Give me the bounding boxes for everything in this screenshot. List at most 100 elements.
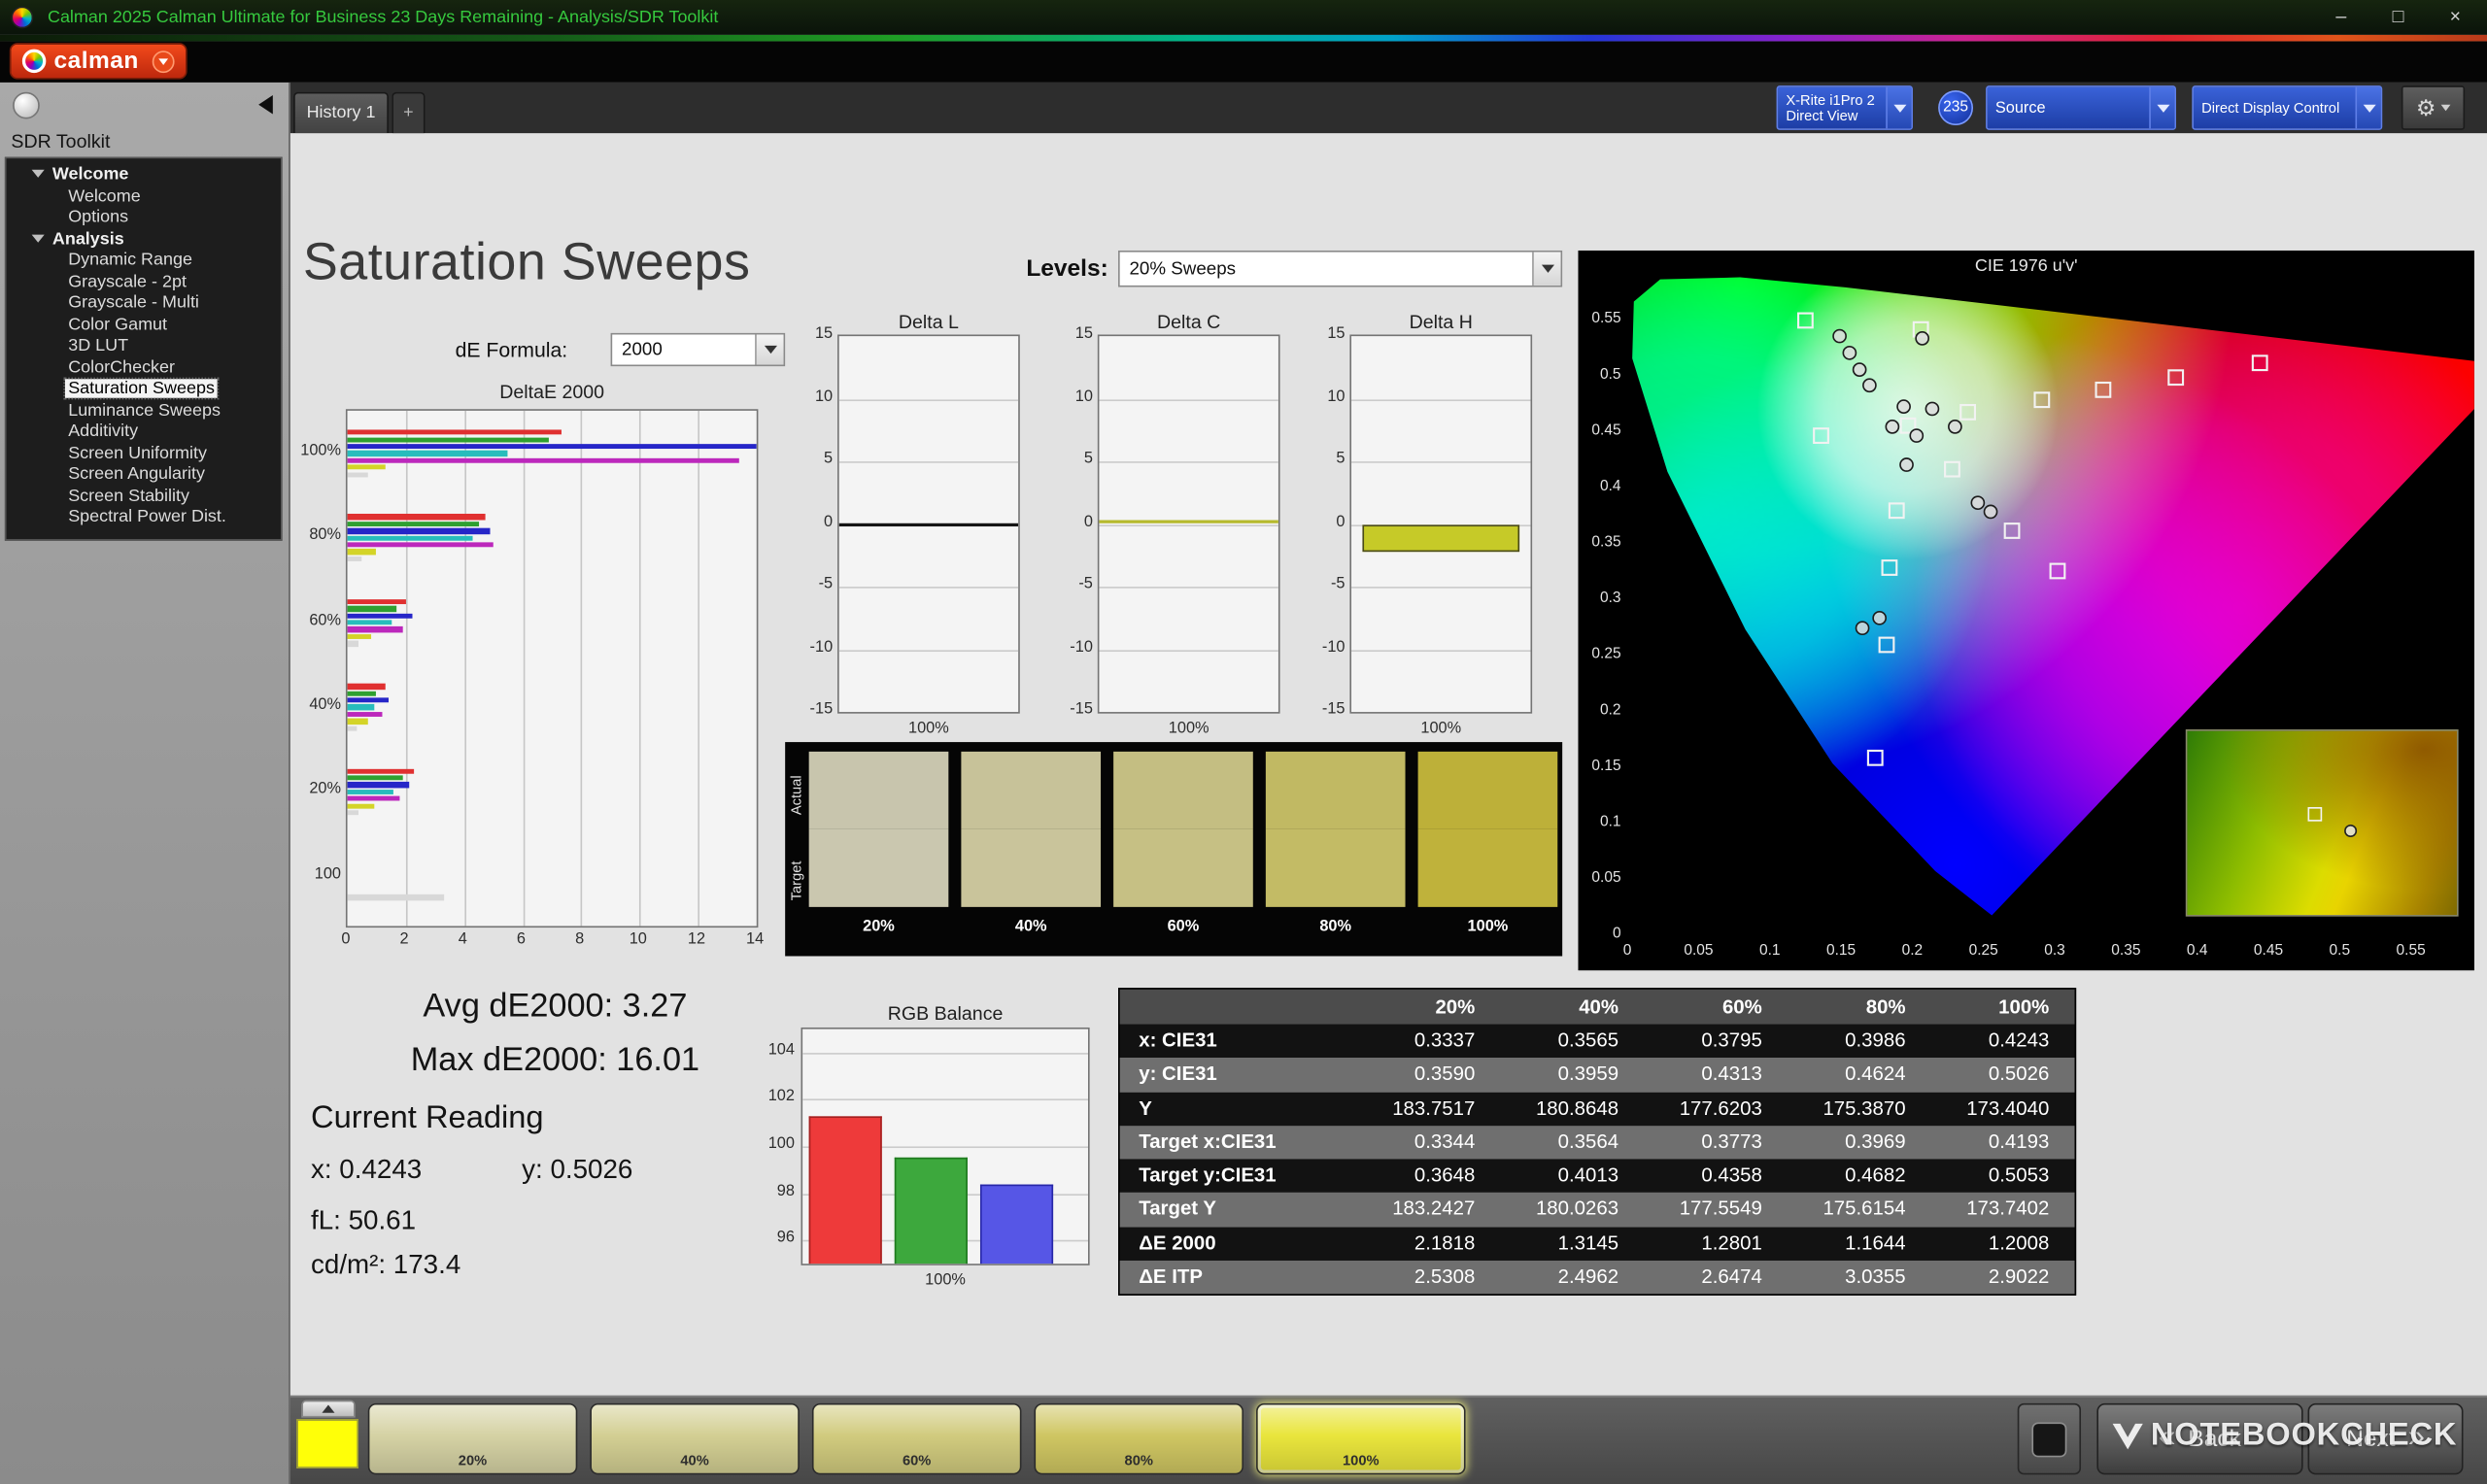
swatch-80: [1266, 752, 1406, 907]
bar-blue: [348, 613, 412, 619]
bar-cyan: [348, 535, 473, 541]
display-control-dropdown-arrow[interactable]: [2355, 87, 2380, 128]
current-pattern-swatch[interactable]: [296, 1419, 358, 1468]
axis-label: -5: [1302, 576, 1345, 593]
settings-button[interactable]: ⚙: [2402, 85, 2465, 130]
calman-menu-button[interactable]: [152, 50, 174, 72]
table-cell: 0.5026: [1931, 1058, 2075, 1092]
table-cell: 3.0355: [1788, 1261, 1931, 1295]
sidebar-item-luminance-sweeps[interactable]: Luminance Sweeps: [7, 400, 281, 422]
sweep-pattern-80[interactable]: 80%: [1034, 1403, 1244, 1474]
sidebar-item-3d-lut[interactable]: 3D LUT: [7, 336, 281, 357]
cie-zoom-inset: [2186, 729, 2459, 917]
back-label: Back: [2188, 1426, 2240, 1453]
add-tab-button[interactable]: +: [392, 92, 425, 133]
bar-magenta: [348, 712, 383, 718]
table-row-target-y: Target Y183.2427180.0263177.5549175.6154…: [1120, 1194, 2075, 1228]
sidebar-item-screen-stability[interactable]: Screen Stability: [7, 486, 281, 507]
table-cell: 173.7402: [1931, 1194, 2075, 1228]
maximize-button[interactable]: □: [2369, 0, 2427, 35]
meter-status-badge[interactable]: 235: [1938, 90, 1973, 125]
pattern-preview-button[interactable]: [2018, 1403, 2081, 1474]
table-row-y: Y183.7517180.8648177.6203175.3870173.404…: [1120, 1092, 2075, 1126]
levels-dropdown-arrow[interactable]: [1532, 253, 1560, 286]
marker-line: [839, 523, 1018, 525]
sidebar-item-screen-angularity[interactable]: Screen Angularity: [7, 464, 281, 486]
bar-white: [348, 556, 362, 562]
bar-white: [348, 472, 368, 478]
close-button[interactable]: ×: [2427, 0, 2484, 35]
table-cell: 0.3648: [1357, 1160, 1501, 1194]
sidebar-item-grayscale-multi[interactable]: Grayscale - Multi: [7, 293, 281, 315]
bar-green: [348, 437, 550, 443]
chevron-down-icon: [1541, 265, 1553, 273]
tab-history-1[interactable]: History 1: [293, 92, 389, 133]
sidebar-item-additivity[interactable]: Additivity: [7, 422, 281, 443]
sweep-pattern-60[interactable]: 60%: [812, 1403, 1022, 1474]
calman-window: Calman 2025 Calman Ultimate for Business…: [0, 0, 2487, 1484]
axis-label: 100%: [1349, 720, 1532, 737]
sidebar-item-color-gamut[interactable]: Color Gamut: [7, 315, 281, 336]
bar-green: [348, 606, 397, 612]
pattern-window-popout-button[interactable]: [301, 1400, 356, 1418]
tree-section-welcome[interactable]: Welcome: [7, 165, 281, 186]
de-formula-dropdown[interactable]: 2000: [611, 333, 786, 366]
actual-row-label: Actual: [788, 755, 808, 834]
bar-magenta: [348, 796, 400, 802]
table-cell: 1.2801: [1644, 1227, 1788, 1261]
gridline: [839, 461, 1018, 463]
table-cell: 0.3959: [1500, 1058, 1644, 1092]
pattern-bar: 20%40%60%80%100% « Back Next » NOTEBOOKC…: [290, 1396, 2487, 1484]
de-formula-value: 2000: [622, 334, 663, 364]
sweep-pattern-100[interactable]: 100%: [1256, 1403, 1466, 1474]
levels-label: Levels:: [1026, 255, 1107, 283]
display-control-dropdown[interactable]: Direct Display Control: [2192, 85, 2382, 130]
source-dropdown-arrow[interactable]: [2149, 87, 2174, 128]
sidebar-item-screen-uniformity[interactable]: Screen Uniformity: [7, 443, 281, 464]
de-formula-dropdown-arrow[interactable]: [755, 334, 783, 364]
svg-text:0.25: 0.25: [1591, 646, 1620, 662]
chevron-down-icon: [2440, 105, 2450, 112]
row-label: ΔE 2000: [1120, 1227, 1357, 1261]
table-corner-cell: [1120, 990, 1357, 1025]
table-cell: 1.3145: [1500, 1227, 1644, 1261]
table-row-x-cie31: x: CIE310.33370.35650.37950.39860.4243: [1120, 1025, 2075, 1059]
sidebar-item-saturation-sweeps[interactable]: Saturation Sweeps: [7, 379, 281, 400]
marker-bar: [1362, 524, 1519, 552]
meter-dropdown[interactable]: X-Rite i1Pro 2 Direct View: [1777, 85, 1913, 130]
row-label: Target Y: [1120, 1194, 1357, 1228]
bar-yellow: [348, 465, 386, 471]
table-row-e-itp: ΔE ITP2.53082.49622.64743.03552.9022: [1120, 1261, 2075, 1295]
levels-dropdown[interactable]: 20% Sweeps: [1118, 251, 1562, 287]
axis-label: 14: [740, 930, 768, 948]
minimize-button[interactable]: –: [2312, 0, 2369, 35]
sidebar-collapse-icon[interactable]: [258, 95, 273, 115]
sidebar-item-grayscale-2pt[interactable]: Grayscale - 2pt: [7, 272, 281, 293]
gridline: [523, 411, 525, 927]
table-cell: 175.3870: [1788, 1092, 1931, 1126]
meter-dropdown-arrow[interactable]: [1886, 87, 1911, 128]
sweep-pattern-20[interactable]: 20%: [368, 1403, 578, 1474]
current-reading-title: Current Reading: [311, 1100, 544, 1137]
axis-label: 5: [790, 451, 833, 468]
next-button[interactable]: Next »: [2308, 1403, 2464, 1474]
sidebar-item-welcome[interactable]: Welcome: [7, 186, 281, 208]
gridline: [1099, 587, 1278, 589]
row-label: x: CIE31: [1120, 1025, 1357, 1059]
sidebar-item-options[interactable]: Options: [7, 208, 281, 229]
calman-logo[interactable]: calman: [10, 43, 187, 80]
next-label: Next: [2346, 1426, 2395, 1453]
table-cell: 0.4013: [1500, 1160, 1644, 1194]
svg-text:0.5: 0.5: [1600, 366, 1621, 383]
sidebar-item-dynamic-range[interactable]: Dynamic Range: [7, 251, 281, 272]
sidebar-menu-button[interactable]: [13, 92, 40, 119]
sweep-pattern-40[interactable]: 40%: [590, 1403, 800, 1474]
table-cell: 0.4682: [1788, 1160, 1931, 1194]
meter-mode: Direct View: [1786, 108, 1886, 123]
sidebar-item-spectral-power-dist[interactable]: Spectral Power Dist.: [7, 507, 281, 528]
tab-bar: History 1 + X-Rite i1Pro 2 Direct View 2…: [290, 83, 2487, 133]
back-button[interactable]: « Back: [2096, 1403, 2302, 1474]
source-dropdown[interactable]: Source: [1986, 85, 2176, 130]
sidebar-item-colorchecker[interactable]: ColorChecker: [7, 357, 281, 379]
tree-section-analysis[interactable]: Analysis: [7, 229, 281, 251]
